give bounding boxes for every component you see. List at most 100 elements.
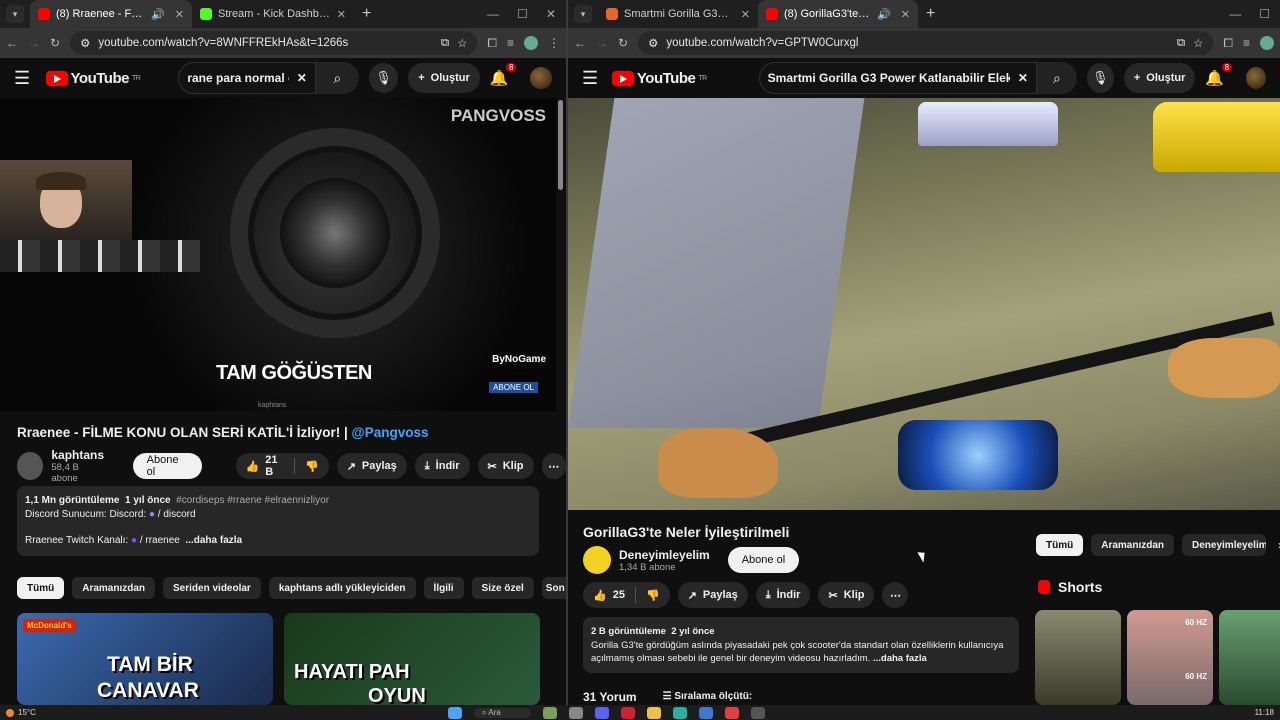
chip-related[interactable]: İlgili [423,577,464,599]
weather-temp[interactable]: 15°C [18,708,36,717]
reading-list-icon[interactable]: ≡ [1243,36,1250,50]
site-info-icon[interactable]: ⚙ [648,36,658,50]
create-button[interactable]: + Oluştur [408,63,480,93]
hamburger-menu-icon[interactable]: ☰ [14,68,36,89]
notifications-button[interactable]: 🔔 8 [1205,63,1233,87]
twitch-link[interactable]: / rraenee [140,535,180,546]
chip-recent[interactable]: Son yü [541,577,566,599]
chip-from-search[interactable]: Aramanızdan [72,577,156,599]
reload-icon[interactable]: ↻ [50,36,60,50]
task-view-icon[interactable] [568,706,583,719]
close-tab-icon[interactable]: ✕ [175,8,184,21]
profile-icon[interactable] [1260,36,1274,50]
reload-icon[interactable]: ↻ [618,36,628,50]
site-info-icon[interactable]: ⚙ [80,36,90,50]
video-player[interactable]: PANGVOSS TAM GÖĞÜSTEN ByNoGame ABONE OL … [0,98,556,411]
back-icon[interactable]: ← [6,36,18,50]
extensions-icon[interactable]: ⧠ [1223,36,1233,51]
profile-icon[interactable] [524,36,538,50]
sort-button[interactable]: ☰ Sıralama ölçütü: [663,691,753,702]
thumbs-down-icon[interactable]: 👎 [305,460,319,473]
youtube-logo[interactable]: YouTube TR [45,70,141,87]
widgets-icon[interactable] [542,706,557,719]
chip-all[interactable]: Tümü [1036,534,1084,556]
taskbar-search[interactable]: ⌕ Ara [474,707,531,718]
close-window-icon[interactable]: ✕ [546,7,556,21]
chip-from-search[interactable]: Aramanızdan [1091,534,1175,556]
chrome-icon[interactable] [724,706,739,719]
discord-app-icon[interactable] [594,706,609,719]
description-box[interactable]: 1,1 Mn görüntüleme 1 yıl önce #cordiseps… [17,486,539,556]
more-actions-button[interactable]: ⋯ [541,453,566,479]
menu-kebab-icon[interactable]: ⋮ [548,36,560,50]
close-tab-icon[interactable]: ✕ [901,8,910,21]
chip-all[interactable]: Tümü [17,577,65,599]
system-clock[interactable]: 11:18 [1255,708,1274,717]
short-thumbnail[interactable] [1219,610,1280,705]
app-icon[interactable] [750,706,765,719]
edge-icon[interactable] [672,706,687,719]
related-video-thumbnail[interactable]: HAYATI PAH OYUN [284,613,540,705]
tab-search-dropdown[interactable]: ▾ [6,5,24,23]
channel-name[interactable]: kaphtans [51,448,104,462]
chip-from-uploader[interactable]: kaphtans adlı yükleyiciden [268,577,416,599]
minimize-icon[interactable]: — [487,7,499,21]
thumbs-down-icon[interactable]: 👎 [646,589,660,602]
video-title-mention[interactable]: @Pangvoss [352,425,429,440]
clip-button[interactable]: ✂ Klip [477,453,534,479]
forward-icon[interactable]: → [28,36,40,50]
reading-list-icon[interactable]: ≡ [507,36,514,50]
install-icon[interactable]: ⧉ [441,37,449,50]
show-more-link[interactable]: ...daha fazla [873,653,927,664]
subscribe-button[interactable]: Abone ol [727,547,800,573]
thumbs-up-icon[interactable]: 👍 [593,589,607,602]
short-thumbnail[interactable]: 60 HZ 60 HZ [1127,610,1213,705]
search-button[interactable]: ⌕ [1036,62,1077,94]
show-more-link[interactable]: ...daha fazla [185,535,242,546]
like-count[interactable]: 25 [613,589,625,601]
page-scrollbar[interactable] [558,100,563,190]
maximize-icon[interactable]: ☐ [1259,7,1270,21]
subscribe-button[interactable]: Abone ol [132,453,202,479]
voice-search-button[interactable]: 🎙 [368,63,399,93]
audio-icon[interactable]: 🔊 [877,8,891,21]
share-button[interactable]: ↗ Paylaş [336,453,407,479]
bookmark-star-icon[interactable]: ☆ [457,36,467,50]
clear-search-icon[interactable]: ✕ [297,71,307,85]
audio-icon[interactable]: 🔊 [151,8,165,21]
short-thumbnail[interactable] [1035,610,1121,705]
hamburger-menu-icon[interactable]: ☰ [582,68,602,89]
install-icon[interactable]: ⧉ [1177,37,1185,50]
create-button[interactable]: + Oluştur [1123,63,1196,93]
new-tab-button[interactable]: + [918,5,943,23]
clip-button[interactable]: ✂ Klip [818,582,875,608]
close-tab-icon[interactable]: ✕ [337,8,346,21]
search-input[interactable]: Smartmi Gorilla G3 Power Katlanabilir El… [758,62,1037,94]
tab-kick-dashboard[interactable]: Stream - Kick Dashboard ✕ [192,0,354,28]
search-button[interactable]: ⌕ [315,62,359,94]
account-avatar[interactable] [530,67,552,89]
tab-search-dropdown[interactable]: ▾ [574,5,592,23]
new-tab-button[interactable]: + [354,5,379,23]
tab-youtube-gorilla[interactable]: (8) GorillaG3'te Neler İyileşt 🔊 ✕ [758,0,918,28]
chip-for-you[interactable]: Size özel [471,577,534,599]
search-input[interactable]: rane para normal olay ✕ [178,62,316,94]
start-windows-icon[interactable] [448,706,462,719]
youtube-logo[interactable]: YouTube TR [611,70,707,87]
channel-avatar[interactable] [17,452,44,480]
maximize-icon[interactable]: ☐ [517,7,528,21]
app-icon[interactable] [620,706,635,719]
voice-search-button[interactable]: 🎙 [1086,63,1114,93]
chip-channel[interactable]: Deneyimleyelim a [1182,534,1267,556]
bookmark-star-icon[interactable]: ☆ [1193,36,1203,50]
download-button[interactable]: ⤓ İndir [755,582,811,608]
tab-smartmi-product[interactable]: Smartmi Gorilla G3 Power Katla ✕ [598,0,758,28]
related-video-thumbnail[interactable]: McDonald's TAM BİR CANAVAR [17,613,273,705]
discord-link[interactable]: / discord [158,509,196,520]
thumbs-up-icon[interactable]: 👍 [246,460,260,473]
close-tab-icon[interactable]: ✕ [741,8,750,21]
share-button[interactable]: ↗ Paylaş [677,582,748,608]
download-button[interactable]: ⤓ İndir [414,453,470,479]
notifications-button[interactable]: 🔔 8 [490,63,517,87]
hashtags[interactable]: #cordiseps #rraene #elraennizliyor [176,495,329,506]
